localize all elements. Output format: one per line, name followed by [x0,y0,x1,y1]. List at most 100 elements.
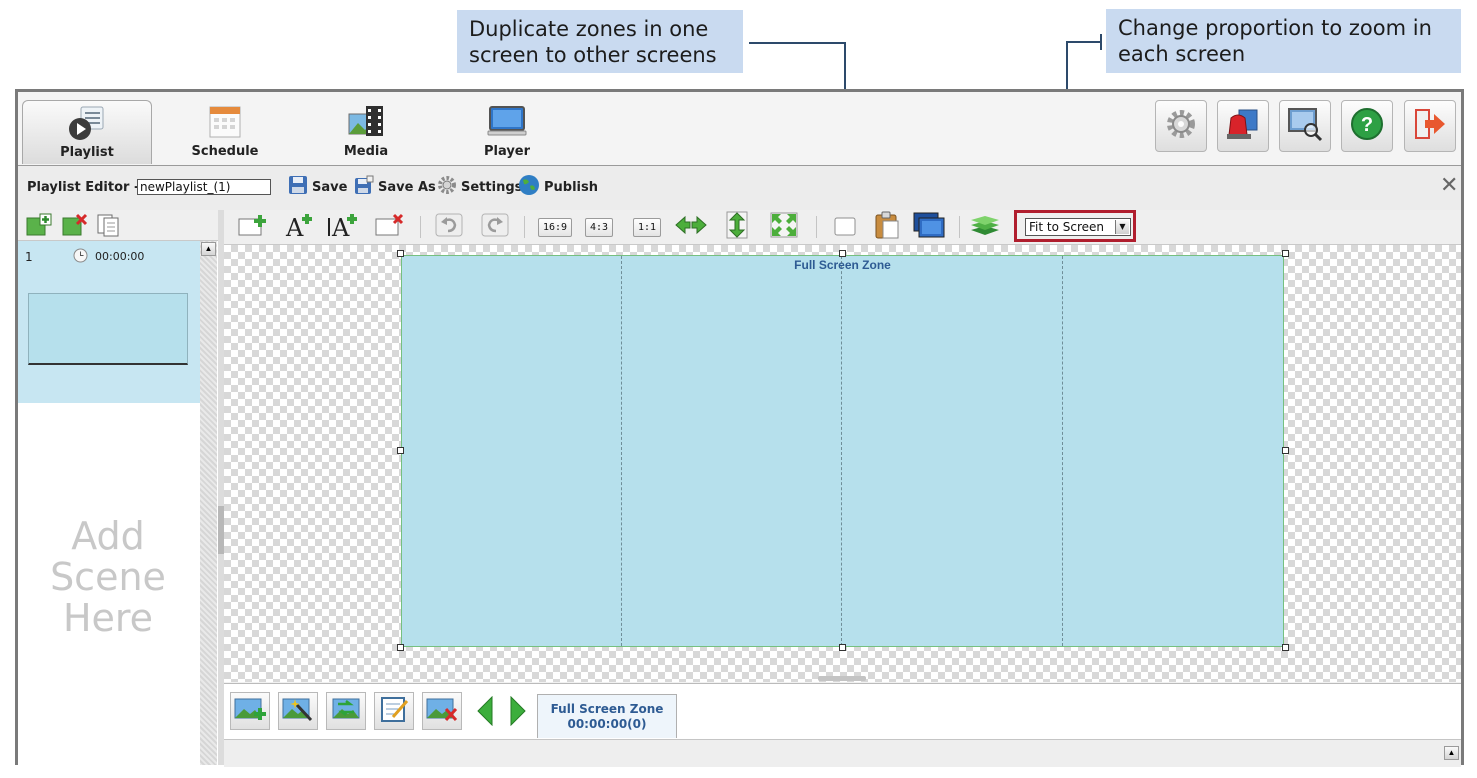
monitor-icon [487,104,527,140]
toolbar-separator [524,216,525,238]
bottom-scroll-strip[interactable]: ▲ [224,739,1461,767]
delete-zone-button[interactable] [375,213,405,242]
stretch-vertical-button[interactable] [722,211,752,240]
add-media-button[interactable] [230,692,270,730]
playlist-editor-bar: Playlist Editor - Save Save As Settings … [18,166,1461,211]
resize-handle[interactable] [397,250,404,257]
add-ticker-button[interactable]: A [326,212,360,243]
scene-item[interactable]: 1 00:00:00 [18,241,200,403]
copy-scene-icon[interactable] [96,213,122,242]
fill-screen-button[interactable] [769,212,799,240]
zone-toolbar: A A 16:9 4:3 1:1 Fit to Screen ▼ [224,210,1461,245]
screens-icon [913,212,945,243]
previous-arrow-icon[interactable] [476,695,494,731]
publish-button[interactable]: Publish [518,174,598,200]
delete-scene-icon[interactable] [62,213,88,242]
screen-search-icon [1286,105,1324,148]
remove-media-button[interactable] [422,692,462,730]
design-canvas[interactable]: Full Screen Zone [224,245,1461,682]
ratio-16-9-button[interactable]: 16:9 [538,218,573,237]
tab-media-label: Media [343,144,389,159]
scene-thumbnail [28,293,188,365]
delete-zone-icon [375,213,405,242]
vertical-arrows-icon [725,211,749,244]
alarm-button[interactable] [1217,100,1269,152]
add-ticker-icon: A [326,212,360,243]
toolbar-separator [420,216,421,238]
scene-scrollbar[interactable]: ▲ [200,241,217,765]
save-as-label: Save As [378,179,436,195]
ratio-1-1-button[interactable]: 1:1 [633,218,662,237]
scene-index: 1 [25,250,33,264]
callout-duplicate-zones: Duplicate zones in one screen to other s… [457,10,743,73]
stretch-horizontal-button[interactable] [675,214,707,241]
resize-handle[interactable] [1282,644,1289,651]
edit-media-button[interactable] [278,692,318,730]
ratio-4-3-button[interactable]: 4:3 [585,218,614,237]
redo-button[interactable] [480,213,510,240]
playlist-icon [67,105,107,141]
tab-playlist[interactable]: Playlist [22,100,152,164]
save-label: Save [312,179,348,195]
clipboard-icon [874,211,900,244]
resize-handle[interactable] [839,644,846,651]
close-editor-icon[interactable]: ✕ [1440,175,1458,197]
add-media-icon [233,695,267,728]
scroll-up-arrow[interactable]: ▲ [201,242,216,256]
top-navigation: Playlist Schedule Media Player ? [18,92,1461,166]
screens-button[interactable] [913,212,945,243]
undo-button[interactable] [434,213,464,240]
resize-handle[interactable] [1282,447,1289,454]
canvas-resize-grip[interactable] [818,676,866,681]
add-scene-icon[interactable] [26,213,52,242]
zone-tab-time: 00:00:00(0) [567,717,647,731]
tab-playlist-label: Playlist [60,145,114,160]
zone-tab-full-screen[interactable]: Full Screen Zone 00:00:00(0) [537,694,677,738]
add-zone-button[interactable] [238,214,268,240]
app-window: Playlist Schedule Media Player ? Playlis… [15,89,1464,767]
next-arrow-icon[interactable] [509,695,527,731]
globe-icon [518,174,540,200]
help-icon: ? [1349,106,1385,147]
scroll-up-arrow[interactable]: ▲ [1444,746,1459,760]
playlist-name-input[interactable] [137,179,271,195]
notepad-icon [379,695,409,728]
save-as-button[interactable]: Save As [354,175,436,198]
editor-label: Playlist Editor - [27,179,140,195]
resize-handle[interactable] [397,644,404,651]
clock-icon [73,248,88,268]
gear-icon [437,175,457,199]
horizontal-arrows-icon [675,214,707,241]
screen-search-button[interactable] [1279,100,1331,152]
tab-schedule[interactable]: Schedule [160,100,290,164]
full-screen-zone[interactable]: Full Screen Zone [401,255,1284,647]
chevron-down-icon[interactable]: ▼ [1115,220,1129,234]
settings-button[interactable] [1155,100,1207,152]
replace-media-button[interactable] [326,692,366,730]
save-button[interactable]: Save [288,176,347,198]
resize-handle[interactable] [397,447,404,454]
settings-label: Settings [461,179,523,195]
save-icon [288,175,308,199]
help-button[interactable]: ? [1341,100,1393,152]
media-properties-button[interactable] [374,692,414,730]
layers-button[interactable] [970,214,1000,240]
screen-divider [621,256,622,646]
add-text-button[interactable]: A [285,213,315,242]
settings-icon [1164,107,1198,146]
scene-duration: 00:00:00 [95,250,145,263]
resize-handle[interactable] [839,250,846,257]
tab-media[interactable]: Media [301,100,431,164]
zoom-select[interactable]: Fit to Screen ▼ [1025,218,1131,236]
toolbar-separator [816,216,817,238]
settings-editor-button[interactable]: Settings [437,176,522,198]
tab-player-label: Player [483,144,531,159]
logout-icon [1412,106,1448,147]
tab-player[interactable]: Player [442,100,572,164]
paste-button[interactable] [872,211,902,240]
screen-divider [1062,256,1063,646]
duplicate-zones-button[interactable] [830,214,860,240]
leader-line [749,42,846,44]
logout-button[interactable] [1404,100,1456,152]
resize-handle[interactable] [1282,250,1289,257]
